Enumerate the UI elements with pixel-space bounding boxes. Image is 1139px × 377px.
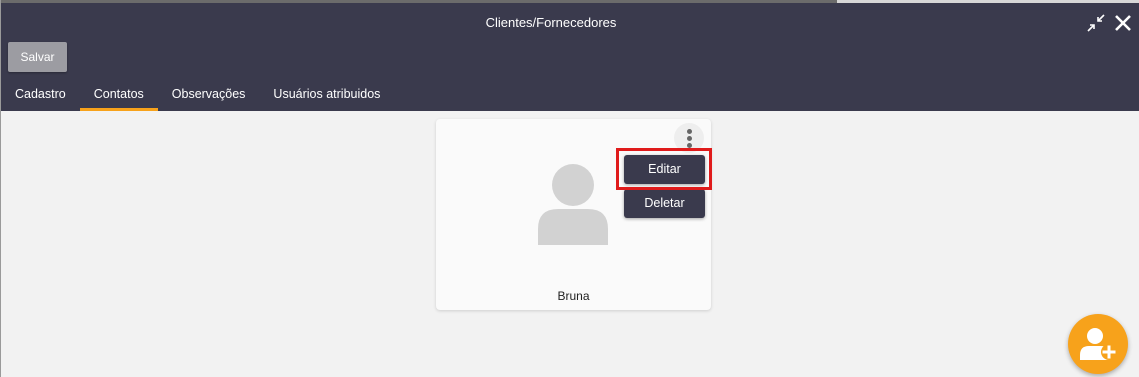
- contact-name: Bruna: [557, 289, 590, 303]
- tab-usuarios-atribuidos[interactable]: Usuários atribuidos: [259, 84, 394, 111]
- more-dot: [687, 136, 692, 141]
- person-placeholder-icon: [536, 163, 610, 245]
- window-header: Clientes/Fornecedores Salvar Cadastro Co…: [1, 3, 1139, 111]
- edit-menu-item[interactable]: Editar: [624, 155, 705, 184]
- tab-observacoes[interactable]: Observações: [158, 84, 260, 111]
- delete-menu-item[interactable]: Deletar: [624, 189, 705, 218]
- close-icon[interactable]: [1112, 12, 1134, 34]
- collapse-arrows-icon[interactable]: [1085, 12, 1107, 34]
- more-dot: [687, 143, 692, 148]
- add-user-icon: [1080, 328, 1117, 360]
- tab-bar: Cadastro Contatos Observações Usuários a…: [1, 84, 394, 111]
- more-dot: [687, 129, 692, 134]
- save-button[interactable]: Salvar: [8, 42, 67, 72]
- client-supplier-window: Clientes/Fornecedores Salvar Cadastro Co…: [0, 0, 1139, 377]
- add-contact-button[interactable]: [1068, 314, 1128, 374]
- tab-cadastro[interactable]: Cadastro: [1, 84, 80, 111]
- more-vertical-icon[interactable]: [674, 123, 704, 153]
- tab-contatos[interactable]: Contatos: [79, 84, 158, 111]
- window-title: Clientes/Fornecedores: [485, 15, 617, 30]
